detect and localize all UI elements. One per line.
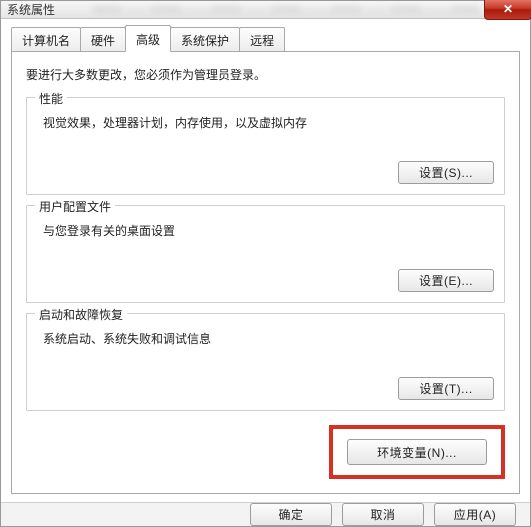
user-profiles-desc: 与您登录有关的桌面设置	[43, 222, 494, 239]
performance-settings-button[interactable]: 设置(S)...	[398, 161, 494, 184]
environment-variables-button[interactable]: 环境变量(N)...	[347, 439, 487, 465]
tab-hardware[interactable]: 硬件	[80, 27, 126, 52]
startup-recovery-button-row: 设置(T)...	[39, 377, 494, 400]
startup-recovery-legend: 启动和故障恢复	[35, 306, 127, 323]
startup-recovery-desc: 系统启动、系统失败和调试信息	[43, 330, 494, 347]
close-icon: ✕	[503, 2, 513, 16]
apply-button[interactable]: 应用(A)	[434, 503, 516, 526]
startup-recovery-settings-button[interactable]: 设置(T)...	[398, 377, 494, 400]
ok-button[interactable]: 确定	[250, 503, 332, 526]
admin-note: 要进行大多数更改，您必须作为管理员登录。	[26, 66, 505, 83]
performance-button-row: 设置(S)...	[39, 161, 494, 184]
user-profiles-legend: 用户配置文件	[35, 198, 115, 215]
tab-remote[interactable]: 远程	[239, 27, 285, 52]
titlebar-background	[91, 5, 480, 14]
performance-desc: 视觉效果，处理器计划，内存使用，以及虚拟内存	[43, 114, 494, 131]
dialog-button-bar: 确定 取消 应用(A)	[1, 502, 530, 526]
window-title: 系统属性	[7, 1, 55, 18]
performance-group: 性能 视觉效果，处理器计划，内存使用，以及虚拟内存 设置(S)...	[26, 97, 505, 195]
tab-strip: 计算机名 硬件 高级 系统保护 远程	[11, 27, 520, 51]
titlebar: 系统属性 ✕	[1, 1, 530, 19]
close-button[interactable]: ✕	[484, 0, 531, 20]
startup-recovery-group: 启动和故障恢复 系统启动、系统失败和调试信息 设置(T)...	[26, 313, 505, 411]
system-properties-window: 系统属性 ✕ 计算机名 硬件 高级 系统保护 远程 要进行大多数更改，您必须作为…	[0, 0, 531, 527]
dialog-body: 计算机名 硬件 高级 系统保护 远程 要进行大多数更改，您必须作为管理员登录。 …	[1, 19, 530, 502]
cancel-button[interactable]: 取消	[342, 503, 424, 526]
env-vars-row: 环境变量(N)...	[26, 421, 505, 483]
user-profiles-button-row: 设置(E)...	[39, 269, 494, 292]
performance-legend: 性能	[35, 90, 67, 107]
advanced-tab-panel: 要进行大多数更改，您必须作为管理员登录。 性能 视觉效果，处理器计划，内存使用，…	[11, 51, 520, 494]
tab-system-protection[interactable]: 系统保护	[170, 27, 240, 52]
tab-computer-name[interactable]: 计算机名	[11, 27, 81, 52]
user-profiles-settings-button[interactable]: 设置(E)...	[398, 269, 494, 292]
user-profiles-group: 用户配置文件 与您登录有关的桌面设置 设置(E)...	[26, 205, 505, 303]
env-vars-highlight: 环境变量(N)...	[329, 425, 505, 479]
tab-advanced[interactable]: 高级	[125, 25, 171, 52]
